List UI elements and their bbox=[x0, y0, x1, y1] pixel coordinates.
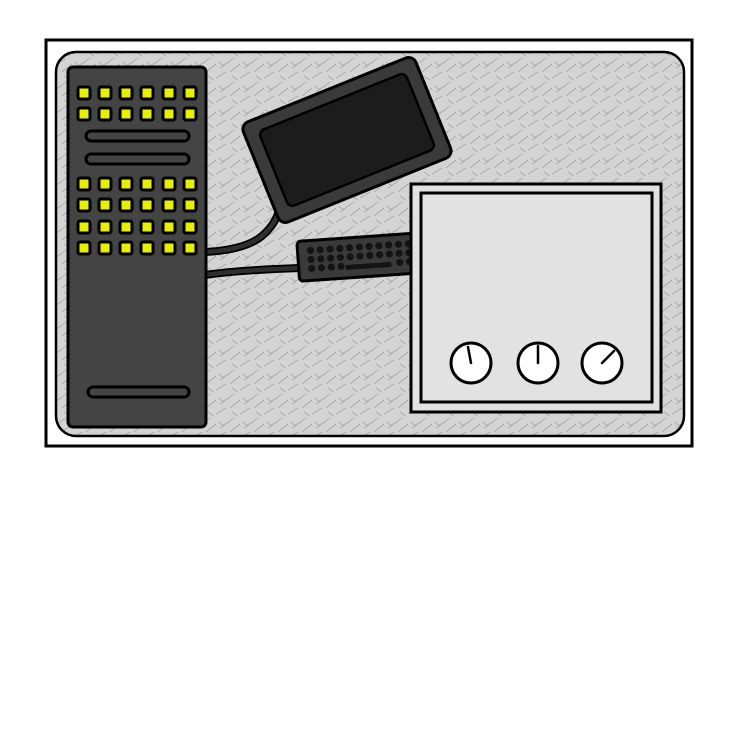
tower-led bbox=[161, 176, 177, 192]
tower-led bbox=[76, 85, 92, 101]
tower-vent bbox=[84, 129, 191, 143]
tower-led bbox=[118, 197, 134, 213]
knob-icon bbox=[516, 341, 560, 385]
tower-led bbox=[97, 240, 113, 256]
tower-led bbox=[97, 219, 113, 235]
tower-led bbox=[76, 240, 92, 256]
tower-led bbox=[97, 85, 113, 101]
tower-led bbox=[161, 106, 177, 122]
scene-canvas bbox=[44, 38, 694, 448]
tower-led bbox=[182, 176, 198, 192]
tower-vent bbox=[84, 152, 191, 166]
tower-led bbox=[118, 219, 134, 235]
tower-led bbox=[161, 240, 177, 256]
tower-led bbox=[182, 240, 198, 256]
tower-led bbox=[97, 197, 113, 213]
tower-led bbox=[139, 106, 155, 122]
tower-led bbox=[76, 197, 92, 213]
tower-led bbox=[97, 106, 113, 122]
tower-led bbox=[161, 197, 177, 213]
tower-led bbox=[76, 176, 92, 192]
tower-led bbox=[97, 176, 113, 192]
tower-led bbox=[182, 106, 198, 122]
tower-led bbox=[76, 106, 92, 122]
tower-led bbox=[139, 240, 155, 256]
knob-icon bbox=[449, 341, 493, 385]
tower-led bbox=[118, 85, 134, 101]
knob-icon bbox=[580, 341, 624, 385]
tower-led bbox=[161, 219, 177, 235]
server-tower-icon bbox=[66, 65, 208, 429]
tower-led bbox=[139, 197, 155, 213]
tower-led bbox=[182, 197, 198, 213]
tower-led bbox=[139, 219, 155, 235]
tower-led bbox=[118, 240, 134, 256]
tower-led bbox=[139, 85, 155, 101]
tower-led bbox=[182, 219, 198, 235]
tower-vent bbox=[86, 385, 191, 399]
tower-led bbox=[118, 106, 134, 122]
control-panel-icon bbox=[409, 182, 663, 414]
tower-led bbox=[161, 85, 177, 101]
tower-led bbox=[139, 176, 155, 192]
tower-led bbox=[118, 176, 134, 192]
tower-led bbox=[182, 85, 198, 101]
tower-led bbox=[76, 219, 92, 235]
